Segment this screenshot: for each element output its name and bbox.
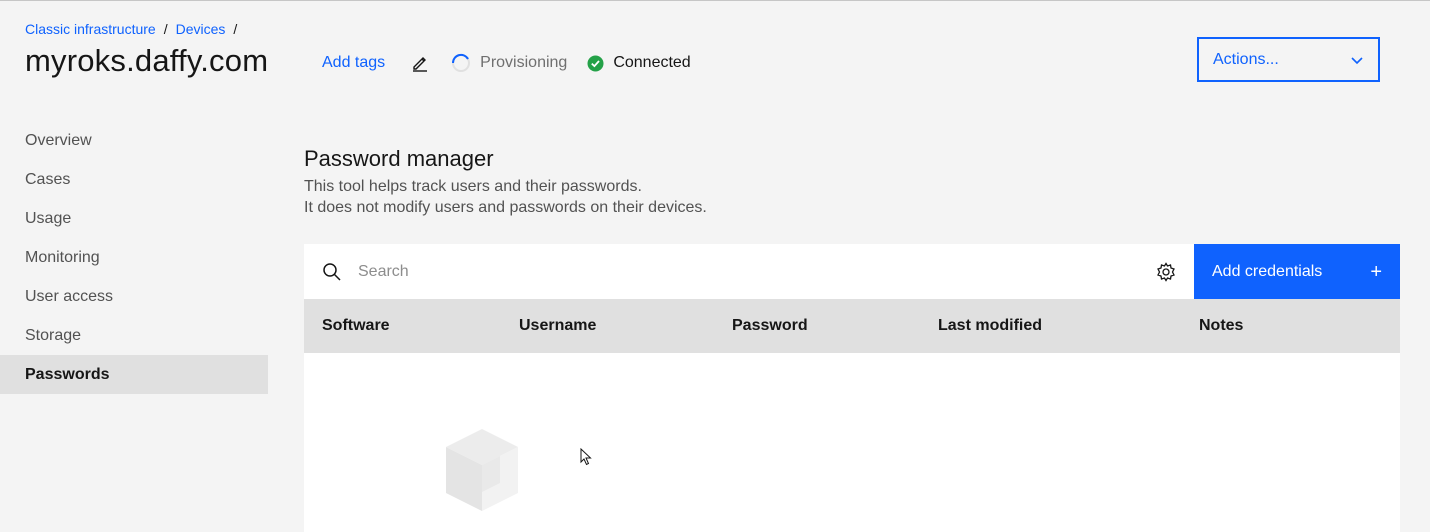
breadcrumb-separator: / bbox=[163, 21, 168, 37]
nav-item-storage[interactable]: Storage bbox=[0, 316, 268, 355]
search-icon bbox=[322, 262, 342, 282]
search-input[interactable] bbox=[358, 244, 1138, 299]
loading-spinner-icon bbox=[451, 53, 471, 73]
table-toolbar: Add credentials + bbox=[304, 244, 1400, 299]
add-tags-link[interactable]: Add tags bbox=[322, 54, 385, 72]
nav-item-passwords[interactable]: Passwords bbox=[0, 355, 268, 394]
breadcrumb-classic-infrastructure[interactable]: Classic infrastructure bbox=[25, 21, 156, 37]
password-manager-title: Password manager bbox=[304, 146, 494, 171]
column-header-last-modified[interactable]: Last modified bbox=[938, 299, 1042, 353]
breadcrumb-devices[interactable]: Devices bbox=[176, 21, 226, 37]
column-header-password[interactable]: Password bbox=[732, 299, 808, 353]
add-credentials-label: Add credentials bbox=[1212, 262, 1323, 280]
page-title: myroks.daffy.com bbox=[25, 43, 269, 78]
password-manager-description: This tool helps track users and their pa… bbox=[304, 176, 707, 218]
pencil-icon[interactable] bbox=[411, 54, 429, 72]
breadcrumb-separator: / bbox=[233, 21, 238, 37]
table-header: Software Username Password Last modified… bbox=[304, 299, 1400, 353]
status-connected-label: Connected bbox=[613, 54, 691, 71]
actions-dropdown[interactable]: Actions... bbox=[1197, 37, 1380, 82]
device-header-row: Add tags Provisioning Connected bbox=[322, 51, 711, 75]
empty-state-illustration bbox=[442, 425, 522, 515]
gear-icon[interactable] bbox=[1156, 262, 1176, 282]
add-credentials-button[interactable]: Add credentials + bbox=[1194, 244, 1400, 299]
description-line-2: It does not modify users and passwords o… bbox=[304, 199, 707, 216]
status-provisioning: Provisioning bbox=[451, 53, 567, 73]
chevron-down-icon bbox=[1350, 53, 1364, 67]
checkmark-circle-icon bbox=[587, 55, 604, 72]
table-body bbox=[304, 353, 1400, 532]
status-connected: Connected bbox=[587, 54, 691, 72]
description-line-1: This tool helps track users and their pa… bbox=[304, 178, 642, 195]
nav-item-monitoring[interactable]: Monitoring bbox=[0, 238, 268, 277]
breadcrumb: Classic infrastructure / Devices / bbox=[25, 21, 237, 37]
nav-item-user-access[interactable]: User access bbox=[0, 277, 268, 316]
mouse-pointer-icon bbox=[580, 447, 592, 466]
side-navigation: Overview Cases Usage Monitoring User acc… bbox=[0, 121, 268, 394]
column-header-software[interactable]: Software bbox=[322, 299, 390, 353]
nav-item-overview[interactable]: Overview bbox=[0, 121, 268, 160]
nav-item-cases[interactable]: Cases bbox=[0, 160, 268, 199]
nav-item-usage[interactable]: Usage bbox=[0, 199, 268, 238]
column-header-notes[interactable]: Notes bbox=[1199, 299, 1243, 353]
actions-label: Actions... bbox=[1213, 50, 1279, 68]
column-header-username[interactable]: Username bbox=[519, 299, 596, 353]
status-provisioning-label: Provisioning bbox=[480, 54, 568, 71]
plus-icon: + bbox=[1370, 260, 1382, 283]
